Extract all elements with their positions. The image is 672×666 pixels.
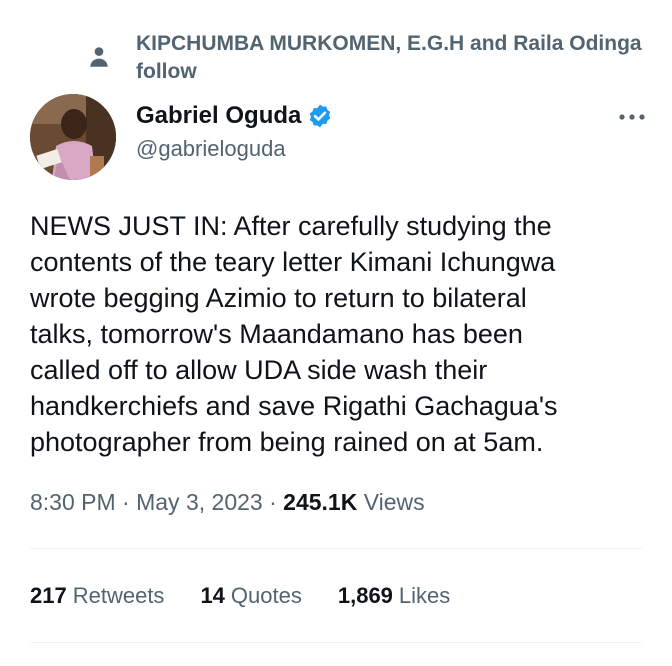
quotes-label: Quotes [230, 583, 302, 608]
meta-separator: · [122, 489, 130, 515]
tweet-header: Gabriel Oguda @gabrieloguda [30, 94, 650, 184]
author-info[interactable]: Gabriel Oguda @gabrieloguda [136, 100, 333, 162]
social-context-text[interactable]: KIPCHUMBA MURKOMEN, E.G.H and Raila Odin… [136, 30, 648, 86]
more-options-button[interactable] [614, 102, 650, 132]
tweet-meta: 8:30 PM · May 3, 2023 · 245.1K Views [30, 486, 425, 518]
quotes-count: 14 [200, 583, 225, 608]
likes-stat[interactable]: 1,869 Likes [338, 580, 450, 612]
meta-separator: · [269, 489, 277, 515]
author-handle[interactable]: @gabrieloguda [136, 136, 333, 162]
person-icon [90, 47, 108, 67]
divider [30, 548, 642, 549]
retweets-stat[interactable]: 217 Retweets [30, 580, 164, 612]
views-count: 245.1K [283, 489, 358, 515]
more-horizontal-icon [619, 114, 645, 120]
avatar[interactable] [30, 94, 116, 180]
likes-count: 1,869 [337, 583, 393, 608]
retweets-count: 217 [30, 583, 67, 608]
author-display-name[interactable]: Gabriel Oguda [136, 102, 301, 130]
divider [30, 642, 642, 643]
views-label: Views [363, 489, 425, 515]
tweet-text: NEWS JUST IN: After carefully studying t… [30, 211, 558, 457]
engagement-stats: 217 Retweets 14 Quotes 1,869 Likes [30, 580, 486, 612]
retweets-label: Retweets [72, 583, 165, 608]
likes-label: Likes [398, 583, 451, 608]
tweet-time[interactable]: 8:30 PM [30, 489, 116, 515]
tweet-date[interactable]: May 3, 2023 [136, 489, 263, 515]
quotes-stat[interactable]: 14 Quotes [200, 580, 301, 612]
social-context[interactable]: KIPCHUMBA MURKOMEN, E.G.H and Raila Odin… [88, 30, 648, 86]
verified-badge-icon[interactable] [307, 103, 333, 129]
